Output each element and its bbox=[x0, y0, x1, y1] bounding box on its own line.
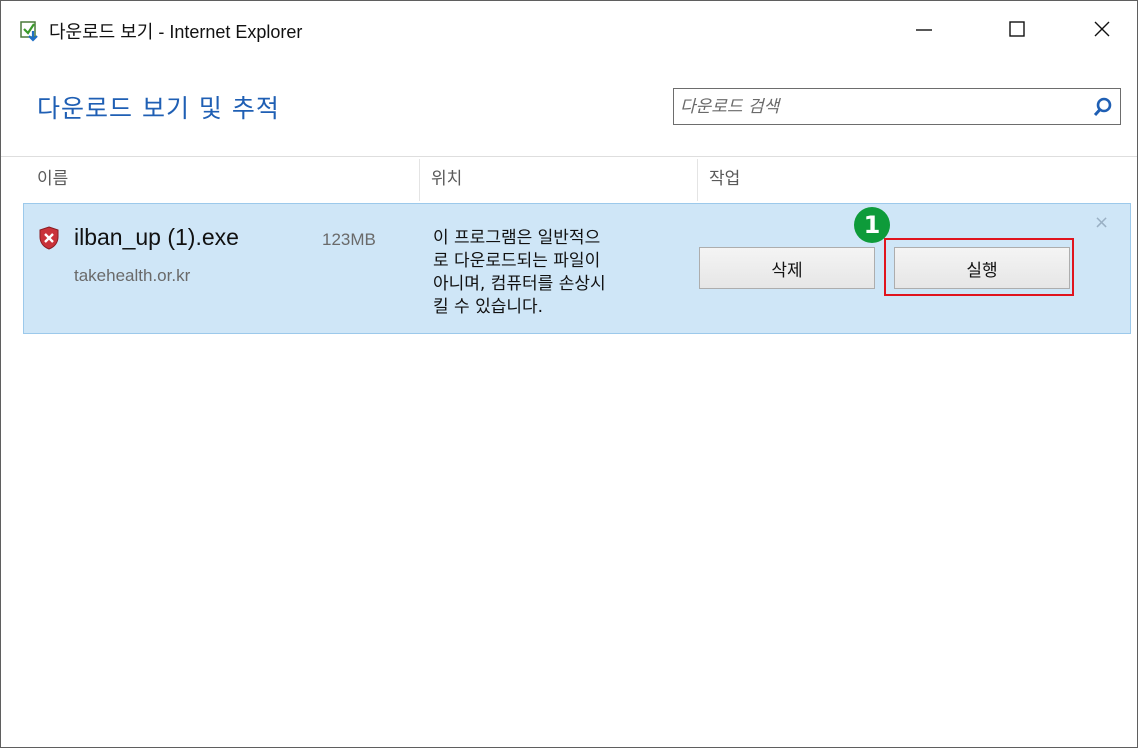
warning-text-line: 킬 수 있습니다. bbox=[433, 297, 544, 317]
file-size: 123MB bbox=[322, 230, 376, 249]
minimize-icon bbox=[914, 19, 934, 43]
delete-button[interactable]: 삭제 bbox=[699, 247, 875, 289]
minimize-button[interactable] bbox=[901, 11, 947, 51]
download-manager-icon bbox=[19, 19, 43, 43]
column-divider bbox=[697, 159, 698, 201]
maximize-icon bbox=[1007, 19, 1027, 43]
row-close-icon[interactable]: × bbox=[1094, 212, 1109, 233]
column-name[interactable]: 이름 bbox=[37, 157, 68, 202]
page-title: 다운로드 보기 및 추적 bbox=[37, 94, 280, 123]
shield-warning-icon bbox=[38, 226, 60, 250]
download-row[interactable]: ilban_up (1).exe 123MB takehealth.or.kr … bbox=[23, 203, 1131, 334]
column-header: 이름 위치 작업 bbox=[1, 156, 1137, 202]
close-button[interactable] bbox=[1079, 11, 1125, 51]
warning-text-line: 아니며, 컴퓨터를 손상시 bbox=[433, 274, 606, 294]
download-window: 다운로드 보기 - Internet Explorer 다운로드 보기 및 추적 bbox=[0, 0, 1138, 748]
search-icon[interactable] bbox=[1090, 94, 1116, 120]
run-button[interactable]: 실행 bbox=[894, 247, 1070, 289]
title-bar[interactable]: 다운로드 보기 - Internet Explorer bbox=[1, 1, 1137, 61]
warning-text-line: 이 프로그램은 일반적으 bbox=[433, 228, 601, 248]
search-box[interactable] bbox=[673, 88, 1121, 125]
step-badge: 1 bbox=[854, 207, 890, 243]
search-input[interactable] bbox=[680, 89, 1080, 124]
column-location[interactable]: 위치 bbox=[431, 157, 462, 202]
column-action[interactable]: 작업 bbox=[709, 157, 740, 202]
file-source: takehealth.or.kr bbox=[74, 266, 191, 285]
file-name: ilban_up (1).exe bbox=[74, 224, 239, 250]
close-icon bbox=[1092, 19, 1112, 43]
warning-text-line: 로 다운로드되는 파일이 bbox=[433, 251, 601, 271]
window-title: 다운로드 보기 - Internet Explorer bbox=[49, 22, 303, 42]
maximize-button[interactable] bbox=[994, 11, 1040, 51]
column-divider bbox=[419, 159, 420, 201]
